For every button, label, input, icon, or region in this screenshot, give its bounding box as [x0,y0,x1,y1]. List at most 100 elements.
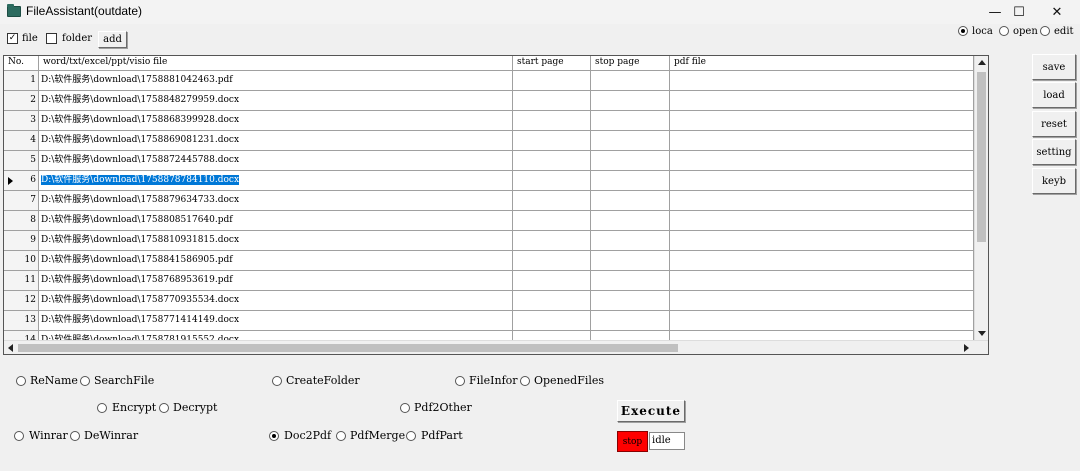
column-header-stop-page[interactable]: stop page [591,56,670,71]
table-row[interactable]: 12 D:\软件服务\download\1758770935534.docx [4,291,974,311]
file-path-cell[interactable]: D:\软件服务\download\1758879634733.docx [39,191,513,211]
stop-page-cell[interactable] [591,71,670,91]
row-number-cell[interactable]: 12 [4,291,39,311]
stop-page-cell[interactable] [591,251,670,271]
table-row[interactable]: 10 D:\软件服务\download\1758841586905.pdf [4,251,974,271]
stop-page-cell[interactable] [591,131,670,151]
table-row[interactable]: 9 D:\软件服务\download\1758810931815.docx [4,231,974,251]
pdf-file-cell[interactable] [670,171,974,191]
file-path-cell[interactable]: D:\软件服务\download\1758770935534.docx [39,291,513,311]
row-number-cell[interactable]: 6 [4,171,39,191]
scroll-down-arrow-icon[interactable] [978,331,986,336]
op-radio-pdfpart[interactable] [406,431,416,441]
stop-button[interactable]: stop [617,431,648,452]
vertical-scroll-thumb[interactable] [977,72,986,242]
file-path-cell[interactable]: D:\软件服务\download\1758841586905.pdf [39,251,513,271]
file-path-cell[interactable]: D:\软件服务\download\1758810931815.docx [39,231,513,251]
start-page-cell[interactable] [513,191,591,211]
pdf-file-cell[interactable] [670,91,974,111]
start-page-cell[interactable] [513,291,591,311]
op-radio-createfolder[interactable] [272,376,282,386]
table-row[interactable]: 7 D:\软件服务\download\1758879634733.docx [4,191,974,211]
file-path-cell[interactable]: D:\软件服务\download\1758848279959.docx [39,91,513,111]
start-page-cell[interactable] [513,131,591,151]
mode-radio-loca[interactable] [958,26,968,36]
op-radio-openedfiles[interactable] [520,376,530,386]
row-number-cell[interactable]: 7 [4,191,39,211]
start-page-cell[interactable] [513,171,591,191]
table-row[interactable]: 6 D:\软件服务\download\1758878784110.docx [4,171,974,191]
op-radio-doc2pdf[interactable] [269,431,279,441]
op-radio-encrypt[interactable] [97,403,107,413]
file-checkbox[interactable]: ✓ [7,33,18,44]
table-row[interactable]: 8 D:\软件服务\download\1758808517640.pdf [4,211,974,231]
op-radio-fileinfor[interactable] [455,376,465,386]
table-row[interactable]: 11 D:\软件服务\download\1758768953619.pdf [4,271,974,291]
file-path-cell[interactable]: D:\软件服务\download\1758869081231.docx [39,131,513,151]
file-path-cell[interactable]: D:\软件服务\download\1758881042463.pdf [39,71,513,91]
pdf-file-cell[interactable] [670,71,974,91]
vertical-scrollbar[interactable] [974,56,988,340]
start-page-cell[interactable] [513,111,591,131]
pdf-file-cell[interactable] [670,311,974,331]
column-header-file[interactable]: word/txt/excel/ppt/visio file [39,56,513,71]
op-radio-pdfmerge[interactable] [336,431,346,441]
table-row[interactable]: 5 D:\软件服务\download\1758872445788.docx [4,151,974,171]
horizontal-scroll-thumb[interactable] [18,344,678,352]
execute-button[interactable]: Execute [617,400,685,422]
table-row[interactable]: 3 D:\软件服务\download\1758868399928.docx [4,111,974,131]
save-button[interactable]: save [1032,54,1076,80]
reset-button[interactable]: reset [1032,111,1076,137]
stop-page-cell[interactable] [591,191,670,211]
table-row[interactable]: 4 D:\软件服务\download\1758869081231.docx [4,131,974,151]
start-page-cell[interactable] [513,251,591,271]
file-grid[interactable]: No. word/txt/excel/ppt/visio file start … [3,55,989,355]
start-page-cell[interactable] [513,271,591,291]
folder-checkbox[interactable] [46,33,57,44]
horizontal-scrollbar[interactable] [4,340,988,354]
row-number-cell[interactable]: 9 [4,231,39,251]
column-header-no[interactable]: No. [4,56,39,71]
pdf-file-cell[interactable] [670,151,974,171]
table-row[interactable]: 13 D:\软件服务\download\1758771414149.docx [4,311,974,331]
pdf-file-cell[interactable] [670,231,974,251]
column-header-pdf-file[interactable]: pdf file [670,56,974,71]
stop-page-cell[interactable] [591,211,670,231]
row-number-cell[interactable]: 3 [4,111,39,131]
op-radio-dewinrar[interactable] [70,431,80,441]
stop-page-cell[interactable] [591,151,670,171]
close-button[interactable]: ✕ [1034,0,1080,24]
start-page-cell[interactable] [513,151,591,171]
pdf-file-cell[interactable] [670,271,974,291]
pdf-file-cell[interactable] [670,211,974,231]
file-path-cell[interactable]: D:\软件服务\download\1758878784110.docx [39,171,513,191]
op-radio-searchfile[interactable] [80,376,90,386]
stop-page-cell[interactable] [591,271,670,291]
scroll-right-arrow-icon[interactable] [964,344,969,352]
file-path-cell[interactable]: D:\软件服务\download\1758771414149.docx [39,311,513,331]
column-header-start-page[interactable]: start page [513,56,591,71]
row-number-cell[interactable]: 1 [4,71,39,91]
setting-button[interactable]: setting [1032,139,1076,165]
pdf-file-cell[interactable] [670,251,974,271]
row-number-cell[interactable]: 5 [4,151,39,171]
op-radio-pdf2other[interactable] [400,403,410,413]
file-path-cell[interactable]: D:\软件服务\download\1758768953619.pdf [39,271,513,291]
row-number-cell[interactable]: 2 [4,91,39,111]
stop-page-cell[interactable] [591,291,670,311]
add-button[interactable]: add [98,31,127,48]
row-number-cell[interactable]: 10 [4,251,39,271]
start-page-cell[interactable] [513,231,591,251]
pdf-file-cell[interactable] [670,191,974,211]
op-radio-winrar[interactable] [14,431,24,441]
pdf-file-cell[interactable] [670,291,974,311]
stop-page-cell[interactable] [591,91,670,111]
pdf-file-cell[interactable] [670,111,974,131]
start-page-cell[interactable] [513,311,591,331]
row-number-cell[interactable]: 8 [4,211,39,231]
file-path-cell[interactable]: D:\软件服务\download\1758808517640.pdf [39,211,513,231]
stop-page-cell[interactable] [591,111,670,131]
table-row[interactable]: 1 D:\软件服务\download\1758881042463.pdf [4,71,974,91]
row-number-cell[interactable]: 13 [4,311,39,331]
load-button[interactable]: load [1032,82,1076,108]
